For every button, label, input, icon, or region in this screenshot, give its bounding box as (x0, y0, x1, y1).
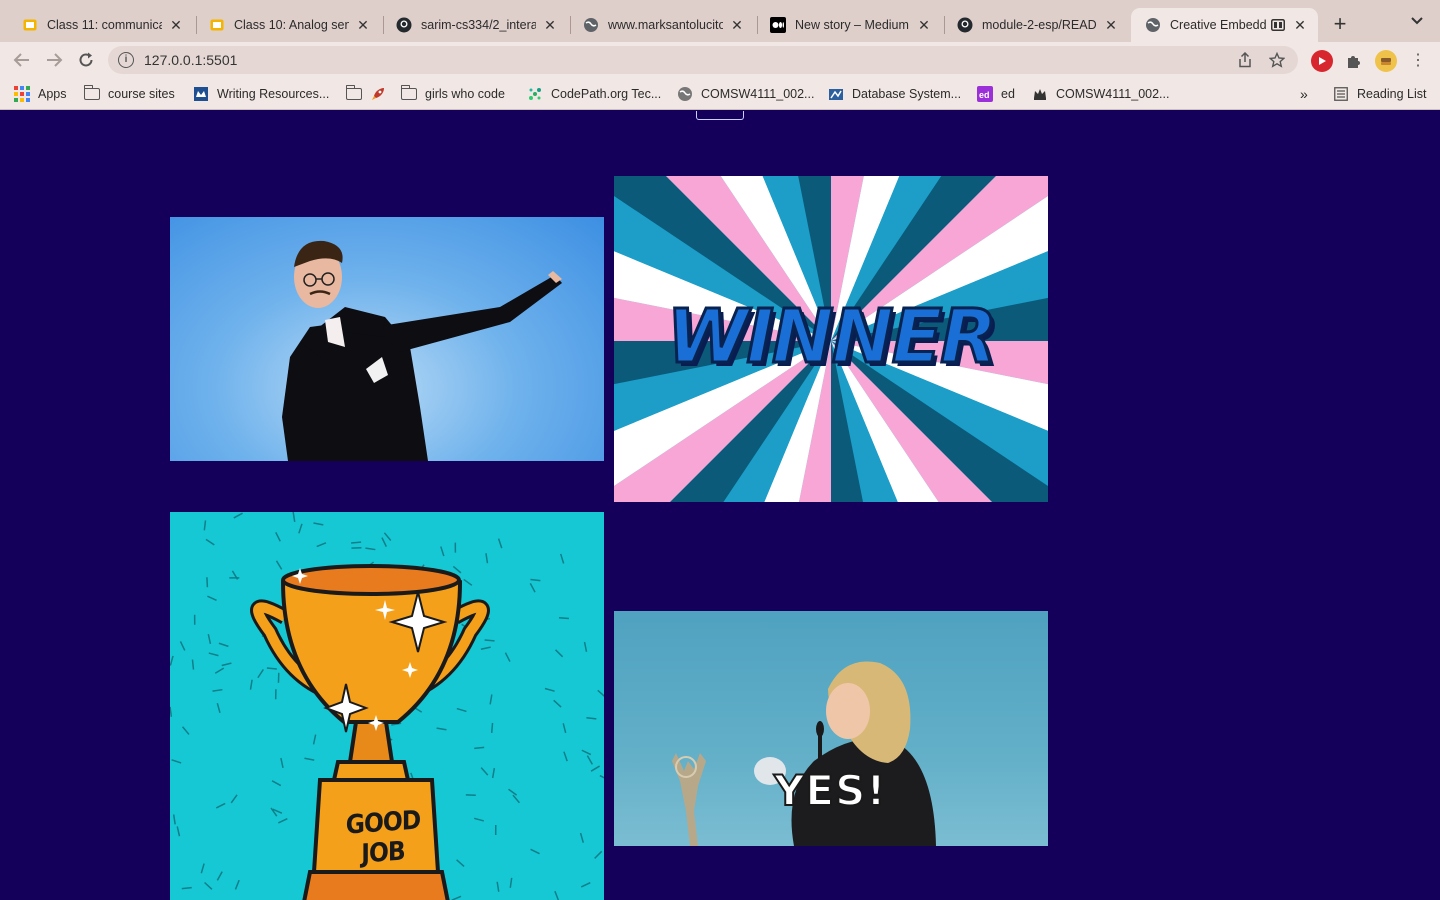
browser-toolbar: i 127.0.0.1:5501 ⋮ (0, 42, 1440, 78)
svg-text:ed: ed (979, 90, 990, 100)
address-bar[interactable]: i 127.0.0.1:5501 (108, 46, 1298, 74)
page-viewport: WINNER GOOD JOB YES! (0, 111, 1440, 900)
share-icon[interactable] (1234, 49, 1256, 71)
crown-icon (1032, 87, 1048, 101)
tab-strip: Class 11: communicat ✕ Class 10: Analog … (0, 0, 1440, 42)
site-info-icon[interactable]: i (118, 52, 134, 68)
tab-marksantolucito[interactable]: www.marksantolucito ✕ (569, 8, 755, 42)
globe-icon (1145, 17, 1161, 33)
bookmark-codepath[interactable]: CodePath.org Tec... (527, 84, 661, 104)
tab-title: www.marksantolucito (608, 18, 723, 32)
bookmark-label: Apps (38, 87, 67, 101)
bookmark-girls-who-code[interactable]: girls who code (400, 84, 505, 104)
bookmark-label: Database System... (852, 87, 962, 101)
extensions-puzzle-icon[interactable] (1343, 50, 1365, 72)
yes-caption: YES! (773, 765, 887, 816)
close-icon[interactable]: ✕ (1103, 17, 1119, 34)
tab-search-chevron-icon[interactable] (1406, 14, 1428, 36)
tab-title: New story – Medium (795, 18, 909, 32)
tab-title: Class 10: Analog sens (234, 18, 349, 32)
close-icon[interactable]: ✕ (542, 17, 558, 34)
winner-caption: WINNER (665, 293, 999, 382)
reading-list-label: Reading List (1357, 87, 1427, 101)
good-job-trophy-gif: GOOD JOB (170, 512, 604, 900)
github-icon (957, 17, 973, 33)
profile-avatar[interactable] (1375, 50, 1397, 72)
bookmark-comsw4111-b[interactable]: COMSW4111_002... (1032, 84, 1169, 104)
tab-title: Class 11: communicat (47, 18, 162, 32)
folder-icon (400, 85, 417, 101)
tab-creative-embedded[interactable]: Creative Embedde ✕ (1131, 8, 1318, 42)
tab-class-11[interactable]: Class 11: communicat ✕ (8, 8, 194, 42)
bookmark-label: CodePath.org Tec... (551, 87, 662, 101)
database-icon (828, 87, 844, 101)
reading-list-icon (1333, 87, 1349, 101)
close-icon[interactable]: ✕ (916, 17, 932, 34)
tab-medium[interactable]: New story – Medium ✕ (756, 8, 942, 42)
columbia-icon (193, 87, 209, 101)
ed-icon: ed (977, 86, 993, 102)
close-icon[interactable]: ✕ (729, 17, 745, 34)
close-icon[interactable]: ✕ (168, 17, 184, 34)
dab-gif (170, 217, 604, 461)
codepath-icon (527, 87, 543, 101)
bookmark-writing-resources[interactable]: Writing Resources... (193, 84, 329, 104)
yes-gif: YES! (614, 611, 1048, 846)
bookmark-star-icon[interactable] (1266, 49, 1288, 71)
bookmark-ed[interactable]: ed ed (977, 84, 1015, 104)
back-arrow-icon[interactable] (9, 48, 35, 72)
folder-icon (345, 85, 362, 101)
bookmark-course-sites[interactable]: course sites (83, 84, 175, 104)
slides-icon (209, 17, 225, 33)
medium-icon (770, 17, 786, 33)
media-playing-icon[interactable] (1270, 17, 1286, 33)
close-icon[interactable]: ✕ (355, 17, 371, 34)
url-text[interactable]: 127.0.0.1:5501 (144, 52, 1234, 68)
reading-list-button[interactable]: Reading List (1333, 84, 1427, 104)
rocket-icon (370, 87, 386, 101)
youtube-extension-icon[interactable] (1311, 50, 1333, 72)
bookmark-label: COMSW4111_002... (701, 87, 815, 101)
bookmark-label: COMSW4111_002... (1056, 87, 1170, 101)
tab-title: Creative Embedde (1170, 18, 1266, 32)
tab-class-10[interactable]: Class 10: Analog sens ✕ (195, 8, 381, 42)
slides-icon (22, 17, 38, 33)
bookmark-rocket-folder[interactable] (345, 84, 386, 104)
github-icon (396, 17, 412, 33)
apps-grid-icon (14, 86, 30, 102)
reload-icon[interactable] (73, 48, 99, 72)
bookmark-label: ed (1001, 87, 1015, 101)
bookmark-apps[interactable]: Apps (14, 84, 67, 104)
bookmark-label: Writing Resources... (217, 87, 330, 101)
page-top-button[interactable] (696, 111, 744, 120)
forward-arrow-icon[interactable] (41, 48, 67, 72)
bookmark-comsw4111-a[interactable]: COMSW4111_002... (677, 84, 814, 104)
bookmark-label: girls who code (425, 87, 505, 101)
more-bookmarks-label: » (1300, 86, 1308, 102)
bookmark-label: course sites (108, 87, 175, 101)
globe-icon (583, 17, 599, 33)
tab-module-2-esp[interactable]: module-2-esp/READM ✕ (943, 8, 1129, 42)
globe-icon (677, 87, 693, 101)
bookmark-database-systems[interactable]: Database System... (828, 84, 961, 104)
close-icon[interactable]: ✕ (1292, 17, 1308, 34)
bookmarks-bar: Apps course sites Writing Resources... g… (0, 78, 1440, 110)
tab-title: sarim-cs334/2_intera (421, 18, 536, 32)
winner-gif: WINNER (614, 176, 1048, 502)
more-bookmarks-chevron[interactable]: » (1300, 84, 1308, 104)
folder-icon (83, 85, 100, 101)
new-tab-button[interactable]: + (1328, 12, 1352, 36)
good-job-caption: GOOD JOB (345, 805, 421, 870)
tab-title: module-2-esp/READM (982, 18, 1097, 32)
menu-kebab-icon[interactable]: ⋮ (1407, 50, 1429, 72)
tab-sarim-repo[interactable]: sarim-cs334/2_intera ✕ (382, 8, 568, 42)
